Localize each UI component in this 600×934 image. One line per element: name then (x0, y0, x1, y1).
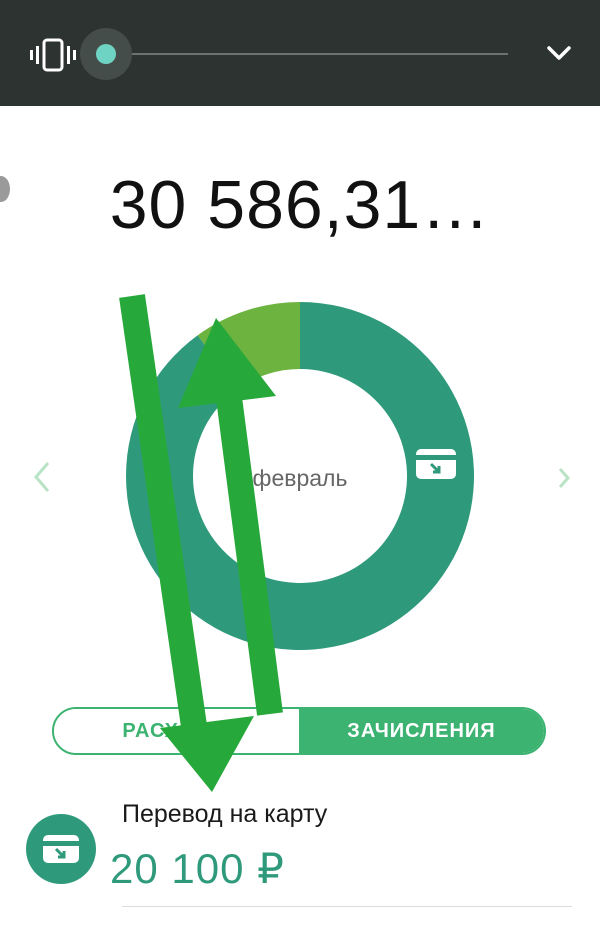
volume-panel (0, 0, 600, 106)
volume-slider-thumb[interactable] (96, 44, 116, 64)
operation-icon (26, 814, 96, 884)
tab-expenses[interactable]: РАСХОДЫ (54, 709, 299, 753)
operation-amount: 20 100 ₽ (110, 845, 285, 892)
card-transfer-icon (43, 835, 79, 863)
divider (122, 906, 572, 907)
chevron-down-icon[interactable] (546, 42, 572, 64)
chart-center-label: февраль (252, 465, 348, 491)
balance-amount: 30 586,31… (109, 167, 491, 243)
chevron-left-icon[interactable] (30, 460, 54, 494)
vibrate-icon[interactable] (30, 36, 76, 74)
volume-slider-track[interactable] (106, 53, 508, 55)
card-transfer-icon (416, 449, 456, 479)
chevron-right-icon[interactable] (556, 466, 572, 490)
operation-title[interactable]: Перевод на карту (122, 800, 327, 829)
operations-tabs: РАСХОДЫ ЗАЧИСЛЕНИЯ (52, 707, 546, 755)
tab-income[interactable]: ЗАЧИСЛЕНИЯ (299, 709, 544, 753)
